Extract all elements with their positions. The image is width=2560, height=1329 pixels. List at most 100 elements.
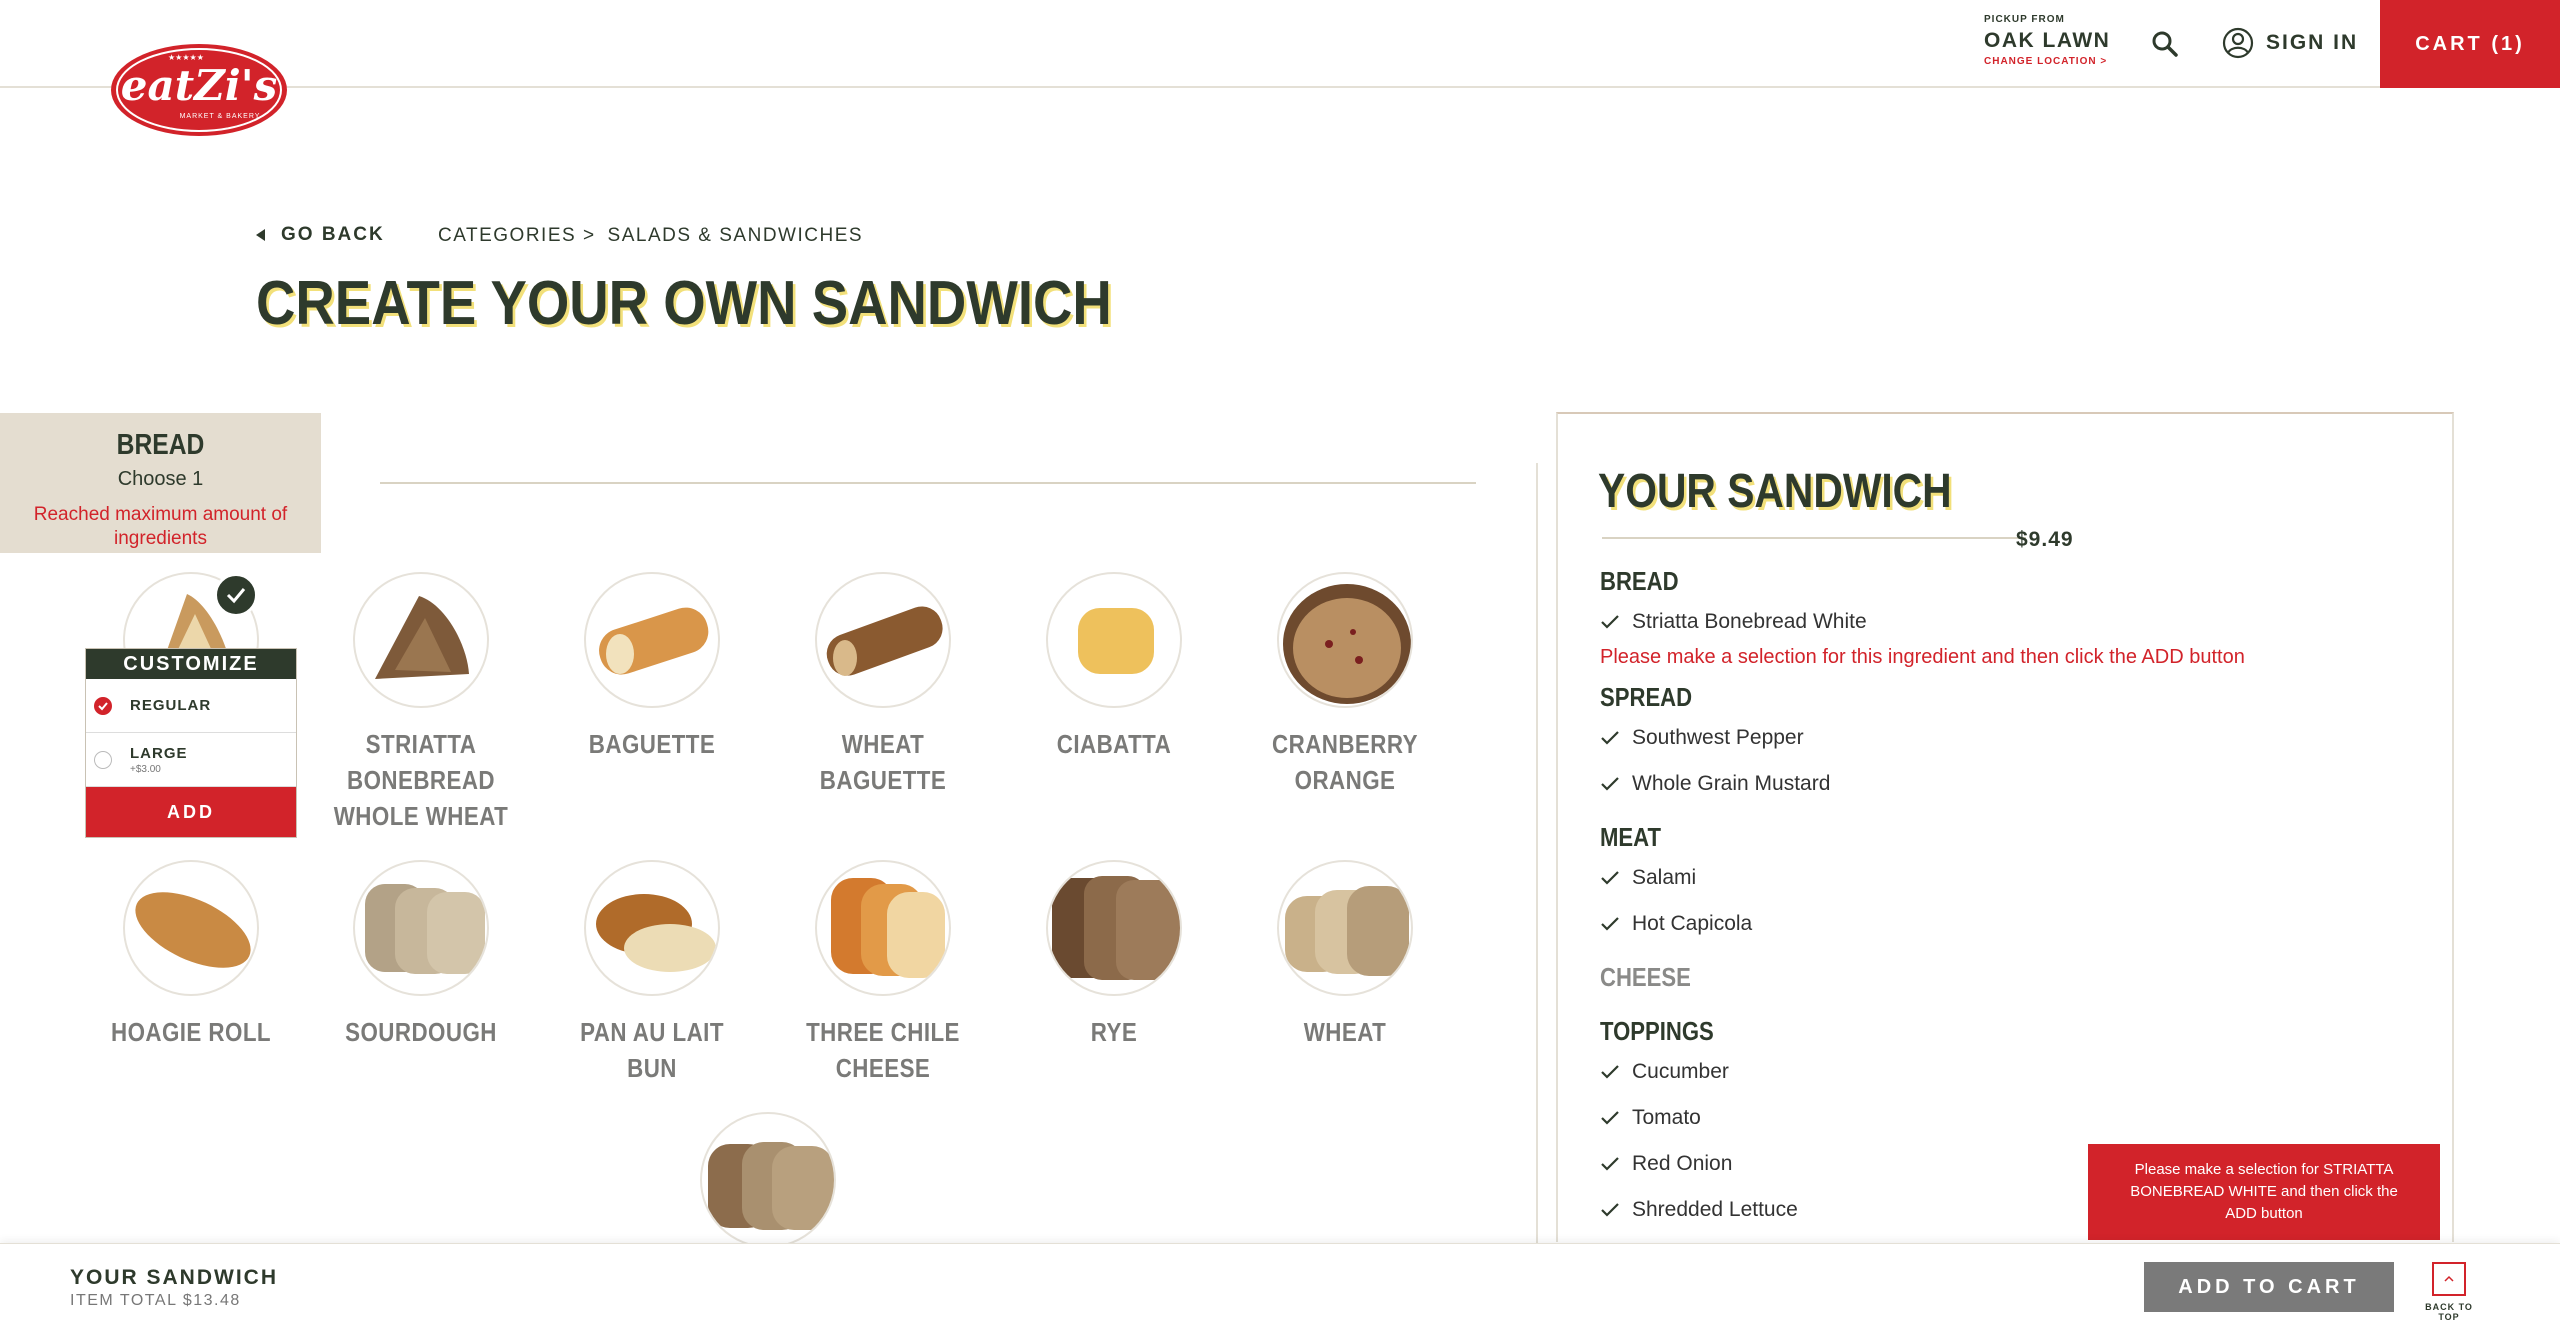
search-icon bbox=[2152, 31, 2178, 57]
ingredient-item[interactable]: Tomato bbox=[1600, 1106, 1701, 1130]
go-back-link[interactable]: GO BACK bbox=[256, 224, 385, 246]
eatzis-logo[interactable]: eatZi's MARKET & BAKERY ★★★★★ bbox=[108, 38, 290, 140]
bread-image bbox=[123, 860, 259, 996]
panel-title: YOUR SANDWICH bbox=[1598, 465, 1952, 518]
bread-image bbox=[353, 572, 489, 708]
breadcrumb-salads-sandwiches[interactable]: SALADS & SANDWICHES bbox=[608, 225, 864, 247]
customize-add-button[interactable]: ADD bbox=[86, 787, 296, 837]
ingredient-label: Cucumber bbox=[1632, 1060, 1729, 1083]
section-title-cheese: CHEESE bbox=[1600, 962, 1691, 992]
bread-name: WHEAT bbox=[1303, 1017, 1387, 1047]
bread-option-cranberry-orange[interactable]: CRANBERRY ORANGE bbox=[1235, 572, 1455, 798]
site-header: eatZi's MARKET & BAKERY ★★★★★ PICKUP FRO… bbox=[0, 0, 2560, 136]
item-total: ITEM TOTAL $13.48 bbox=[70, 1292, 241, 1309]
page-title: CREATE YOUR OWN SANDWICH bbox=[256, 269, 1112, 338]
check-icon bbox=[1601, 1157, 1619, 1171]
pickup-location[interactable]: PICKUP FROM OAK LAWN CHANGE LOCATION > bbox=[1984, 14, 2110, 67]
go-back-label: GO BACK bbox=[281, 224, 385, 245]
footer-title: YOUR SANDWICH bbox=[70, 1266, 278, 1289]
option-label: LARGE bbox=[130, 744, 188, 762]
bread-name: THREE CHILE CHEESE bbox=[806, 1017, 960, 1083]
ingredient-item[interactable]: Salami bbox=[1600, 866, 1696, 890]
change-location-link[interactable]: CHANGE LOCATION > bbox=[1984, 56, 2110, 67]
section-title-bread: BREAD bbox=[1600, 566, 1679, 596]
tab-bread[interactable]: BREAD Choose 1 Reached maximum amount of… bbox=[0, 413, 321, 553]
bread-image bbox=[1277, 572, 1413, 708]
bread-name: BAGUETTE bbox=[588, 729, 716, 759]
ingredient-item[interactable]: Red Onion bbox=[1600, 1152, 1732, 1176]
bread-name: CRANBERRY ORANGE bbox=[1272, 729, 1418, 795]
check-icon bbox=[1601, 731, 1619, 745]
radio-unselected-icon[interactable] bbox=[94, 750, 112, 769]
sign-in-button[interactable]: SIGN IN bbox=[2222, 26, 2358, 60]
bread-image bbox=[1277, 860, 1413, 996]
bread-option-pan-au-lait-bun[interactable]: PAN AU LAIT BUN bbox=[542, 860, 762, 1086]
bread-image bbox=[815, 572, 951, 708]
caret-left-icon bbox=[256, 229, 265, 241]
bread-name: SOURDOUGH bbox=[345, 1017, 497, 1047]
svg-text:★★★★★: ★★★★★ bbox=[168, 53, 204, 62]
bread-image bbox=[1046, 572, 1182, 708]
ingredient-item[interactable]: Whole Grain Mustard bbox=[1600, 772, 1830, 796]
column-divider bbox=[1536, 463, 1538, 1243]
bread-name: CIABATTA bbox=[1056, 729, 1172, 759]
sign-in-label: SIGN IN bbox=[2266, 31, 2359, 54]
ingredient-item[interactable]: Southwest Pepper bbox=[1600, 726, 1804, 750]
selection-toast: Please make a selection for STRIATTA BON… bbox=[2088, 1144, 2440, 1240]
bread-image bbox=[353, 860, 489, 996]
chevron-up-icon bbox=[2432, 1262, 2466, 1296]
customize-popup: CUSTOMIZE REGULAR LARGE +$3.00 ADD bbox=[85, 648, 297, 838]
bread-tab-warning: Reached maximum amount of ingredients bbox=[33, 504, 288, 549]
cart-button[interactable]: CART (1) bbox=[2380, 0, 2560, 88]
option-price: +$3.00 bbox=[130, 763, 161, 775]
bread-option-hoagie-roll[interactable]: HOAGIE ROLL bbox=[81, 860, 301, 1050]
bread-image bbox=[584, 572, 720, 708]
ingredient-label: Salami bbox=[1632, 866, 1697, 889]
bread-option-wheat-baguette[interactable]: WHEAT BAGUETTE bbox=[773, 572, 993, 798]
bread-name: STRIATTA BONEBREAD WHOLE WHEAT bbox=[333, 729, 509, 831]
add-to-cart-button[interactable]: ADD TO CART bbox=[2144, 1262, 2394, 1312]
your-sandwich-panel: YOUR SANDWICH $9.49 BREAD Striatta Boneb… bbox=[1556, 412, 2454, 1242]
radio-selected-icon[interactable] bbox=[94, 696, 112, 715]
bread-option-baguette[interactable]: BAGUETTE bbox=[542, 572, 762, 762]
bread-tab-subtitle: Choose 1 bbox=[117, 468, 204, 490]
breadcrumb-categories[interactable]: CATEGORIES > bbox=[438, 225, 596, 247]
ingredient-item[interactable]: Shredded Lettuce bbox=[1600, 1198, 1798, 1222]
bread-image bbox=[815, 860, 951, 996]
ingredient-item[interactable]: Striatta Bonebread White bbox=[1600, 610, 1867, 634]
breadcrumb: CATEGORIES > SALADS & SANDWICHES bbox=[438, 225, 863, 247]
bread-option-wheat[interactable]: WHEAT bbox=[1235, 860, 1455, 1050]
bread-name: PAN AU LAIT BUN bbox=[580, 1017, 724, 1083]
bread-option-ciabatta[interactable]: CIABATTA bbox=[1004, 572, 1224, 762]
back-to-top-button[interactable]: BACK TO TOP bbox=[2414, 1262, 2484, 1322]
search-button[interactable] bbox=[2150, 29, 2180, 59]
ingredient-label: Striatta Bonebread White bbox=[1632, 610, 1867, 633]
svg-text:eatZi's: eatZi's bbox=[121, 61, 277, 110]
selected-check-icon bbox=[214, 573, 258, 617]
bread-option-striatta-whole-wheat[interactable]: STRIATTA BONEBREAD WHOLE WHEAT bbox=[311, 572, 531, 834]
bread-selection-warning: Please make a selection for this ingredi… bbox=[1600, 646, 2245, 668]
bread-option-rye[interactable]: RYE bbox=[1004, 860, 1224, 1050]
ingredient-item[interactable]: Cucumber bbox=[1600, 1060, 1729, 1084]
bread-name: RYE bbox=[1090, 1017, 1138, 1047]
option-label: REGULAR bbox=[130, 697, 212, 714]
ingredient-label: Red Onion bbox=[1632, 1152, 1733, 1175]
bread-name: HOAGIE ROLL bbox=[110, 1017, 272, 1047]
size-option-large[interactable]: LARGE +$3.00 bbox=[86, 733, 296, 787]
size-option-regular[interactable]: REGULAR bbox=[86, 679, 296, 733]
ingredient-label: Shredded Lettuce bbox=[1632, 1198, 1798, 1221]
bread-option-multigrain[interactable] bbox=[658, 1112, 878, 1248]
section-divider bbox=[380, 482, 1476, 484]
pickup-location-name: OAK LAWN bbox=[1984, 29, 2111, 52]
section-title-meat: MEAT bbox=[1600, 822, 1661, 852]
sticky-footer: YOUR SANDWICH ITEM TOTAL $13.48 ADD TO C… bbox=[0, 1243, 2560, 1329]
check-icon bbox=[1601, 871, 1619, 885]
section-title-toppings: TOPPINGS bbox=[1600, 1016, 1714, 1046]
bread-option-three-chile-cheese[interactable]: THREE CHILE CHEESE bbox=[773, 860, 993, 1086]
check-icon bbox=[1601, 1111, 1619, 1125]
check-icon bbox=[1601, 1203, 1619, 1217]
ingredient-item[interactable]: Hot Capicola bbox=[1600, 912, 1752, 936]
bread-option-sourdough[interactable]: SOURDOUGH bbox=[311, 860, 531, 1050]
svg-text:MARKET & BAKERY: MARKET & BAKERY bbox=[180, 113, 261, 120]
bread-image bbox=[1046, 860, 1182, 996]
